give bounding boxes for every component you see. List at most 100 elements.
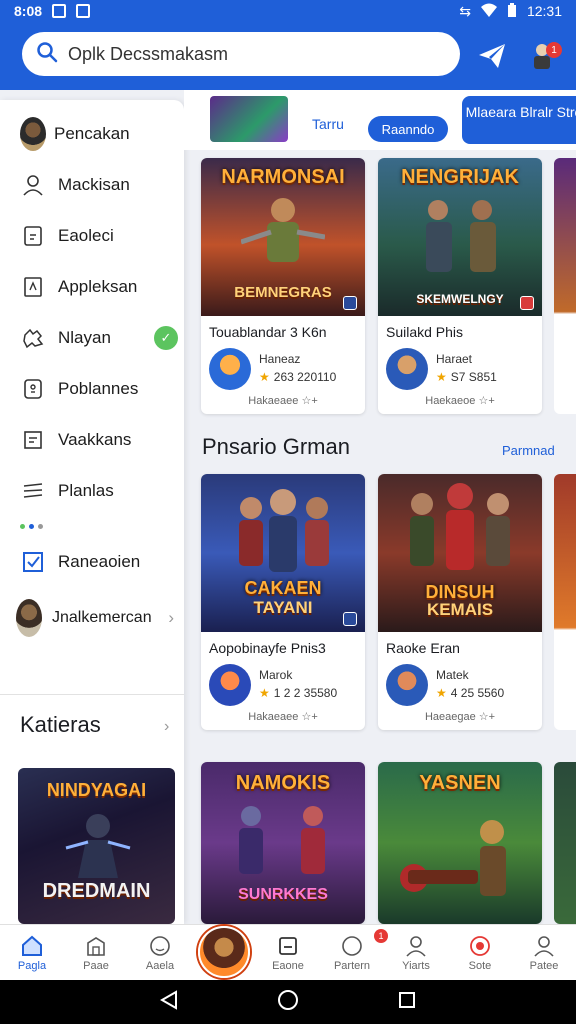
nav-label: Yiarts bbox=[402, 959, 430, 972]
game-art: NAMOKIS SUNRKKES bbox=[201, 762, 365, 924]
drawer-item-poblannes[interactable]: Poblannes bbox=[0, 363, 184, 414]
avatar bbox=[20, 116, 46, 151]
game-developer: Haneaz bbox=[259, 352, 301, 366]
drawer-dots bbox=[0, 516, 184, 536]
game-stat: ★ S7 S851 bbox=[436, 370, 497, 384]
game-card[interactable]: CAKAEN TAYANI Aopobinayfe Pnis3 Marok ★ 1… bbox=[201, 474, 365, 730]
store-button[interactable]: Mlaeara Blralr Stre bbox=[462, 96, 576, 144]
drawer-item-label: Eaoleci bbox=[58, 225, 114, 245]
nav-label: Patee bbox=[529, 959, 559, 972]
game-title: Aopobinayfe Pnis3 bbox=[209, 640, 326, 656]
game-art-title: NAMOKIS bbox=[235, 772, 331, 794]
game-card-peek[interactable] bbox=[554, 762, 576, 924]
nav-paae[interactable]: Paae bbox=[64, 925, 128, 980]
game-art-title: NARMONSAI bbox=[221, 166, 345, 188]
section-link[interactable]: Parmnad bbox=[502, 443, 555, 458]
game-stat: ★ 4 25 5560 bbox=[436, 686, 505, 700]
game-icon bbox=[386, 348, 428, 390]
home-icon bbox=[20, 934, 44, 958]
drawer-item-mackisan[interactable]: Mackisan bbox=[0, 159, 184, 210]
nav-patee[interactable]: Patee bbox=[512, 925, 576, 980]
game-title: Touablandar 3 K6n bbox=[209, 324, 327, 340]
chip-button[interactable]: Raanndo bbox=[368, 116, 448, 142]
chevron-right-icon[interactable]: › bbox=[164, 718, 169, 736]
game-card[interactable]: YASNEN bbox=[378, 762, 542, 924]
nav-label: Eaone bbox=[272, 959, 304, 972]
game-meta: Haeaegae ☆+ bbox=[424, 711, 496, 723]
chip-thumbnail[interactable] bbox=[210, 96, 288, 142]
nav-partern[interactable]: 1 Partern bbox=[320, 925, 388, 980]
drawer-profile[interactable]: Pencakan bbox=[0, 108, 184, 159]
game-meta: Hakaeaee ☆+ bbox=[248, 395, 318, 407]
system-nav-bar bbox=[0, 980, 576, 1024]
drawer-item-appleksan[interactable]: Appleksan bbox=[0, 261, 184, 312]
drawer-featured-card[interactable]: NINDYAGAI DREDMAIN bbox=[18, 768, 175, 924]
drawer-divider bbox=[0, 694, 184, 695]
drawer-account[interactable]: Jnalkemercan › bbox=[0, 589, 184, 647]
game-art: NENGRIJAK SKEMWELNGY bbox=[378, 158, 542, 316]
nav-aaela[interactable]: Aaela bbox=[128, 925, 192, 980]
game-art: YASNEN bbox=[378, 762, 542, 924]
nav-eaone[interactable]: Eaone bbox=[256, 925, 320, 980]
drawer-item-nlayan[interactable]: Nlayan ✓ bbox=[0, 312, 184, 363]
drawer-item-raneaoien[interactable]: Raneaoien bbox=[0, 536, 184, 587]
nav-label: Aaela bbox=[145, 959, 175, 972]
vibrate-icon: ⇆ bbox=[459, 2, 471, 19]
drawer-item-label: Raneaoien bbox=[58, 551, 141, 571]
inbox-icon bbox=[276, 934, 300, 958]
notification-bell-icon[interactable]: 1 bbox=[522, 36, 562, 76]
chip-row: Tarru Raanndo Mlaeara Blralr Stre bbox=[184, 90, 576, 150]
game-art-subtitle: SKEMWELNGY bbox=[416, 292, 504, 306]
game-art: NARMONSAI BEMNEGRAS bbox=[201, 158, 365, 316]
account-avatar bbox=[16, 599, 42, 637]
game-title: Suilakd Phis bbox=[386, 324, 464, 340]
box-icon bbox=[20, 376, 46, 402]
status-time: 8:08 bbox=[14, 3, 43, 19]
featured-title: NINDYAGAI bbox=[46, 780, 147, 800]
nav-yiarts[interactable]: Yiarts bbox=[384, 925, 448, 980]
game-card[interactable]: NARMONSAI BEMNEGRAS Touablandar 3 K6n Ha… bbox=[201, 158, 365, 414]
nav-center-profile[interactable] bbox=[192, 925, 256, 980]
account-icon bbox=[532, 934, 556, 958]
game-art-title: NENGRIJAK bbox=[401, 166, 519, 188]
home-circle-icon[interactable] bbox=[277, 989, 299, 1016]
bottom-nav: Pagla Paae Aaela Eaone 1 Partern Yiarts … bbox=[0, 924, 576, 980]
drawer-item-eaoleci[interactable]: Eaoleci bbox=[0, 210, 184, 261]
person-icon bbox=[20, 172, 46, 198]
game-card[interactable]: DINSUH KEMAIS Raoke Eran Matek ★ 4 25 556… bbox=[378, 474, 542, 730]
back-icon[interactable] bbox=[159, 989, 178, 1015]
chip-text[interactable]: Tarru bbox=[312, 116, 344, 132]
game-art: DINSUH KEMAIS bbox=[378, 474, 542, 632]
game-developer: Matek bbox=[436, 668, 469, 682]
search-input[interactable] bbox=[68, 43, 428, 65]
side-drawer: Pencakan Mackisan Eaoleci Appleksan Nlay… bbox=[0, 100, 184, 924]
nav-home[interactable]: Pagla bbox=[0, 925, 64, 980]
search-bar[interactable] bbox=[22, 32, 460, 76]
game-card[interactable]: NENGRIJAK SKEMWELNGY Suilakd Phis Haraet… bbox=[378, 158, 542, 414]
nav-label: Sote bbox=[468, 959, 492, 972]
recents-icon[interactable] bbox=[398, 991, 416, 1014]
drawer-item-planlas[interactable]: Planlas bbox=[0, 465, 184, 516]
check-box-icon bbox=[20, 549, 46, 575]
notification-square-icon bbox=[76, 4, 91, 18]
game-card-peek[interactable] bbox=[554, 158, 576, 414]
app-header: 1 bbox=[0, 22, 576, 90]
game-developer: Haraet bbox=[436, 352, 473, 366]
send-icon[interactable] bbox=[472, 36, 512, 76]
game-title: Raoke Eran bbox=[386, 640, 460, 656]
status-bar: 8:08 ⇆ 12:31 bbox=[0, 0, 576, 22]
drawer-section-title: Katieras bbox=[20, 712, 101, 737]
game-art-subtitle: SUNRKKES bbox=[238, 886, 328, 903]
drawer-item-label: Nlayan bbox=[58, 327, 111, 347]
drawer-item-label: Vaakkans bbox=[58, 429, 132, 449]
drawer-item-vaakkans[interactable]: Vaakkans bbox=[0, 414, 184, 465]
game-icon bbox=[386, 664, 428, 706]
nav-sote[interactable]: Sote bbox=[448, 925, 512, 980]
game-card[interactable]: NAMOKIS SUNRKKES bbox=[201, 762, 365, 924]
chat-icon bbox=[340, 934, 364, 958]
nav-label: Pagla bbox=[17, 959, 47, 972]
wifi-icon bbox=[480, 3, 497, 20]
game-art: CAKAEN TAYANI bbox=[201, 474, 365, 632]
game-card-peek[interactable] bbox=[554, 474, 576, 730]
profile-hero-icon bbox=[198, 925, 250, 978]
